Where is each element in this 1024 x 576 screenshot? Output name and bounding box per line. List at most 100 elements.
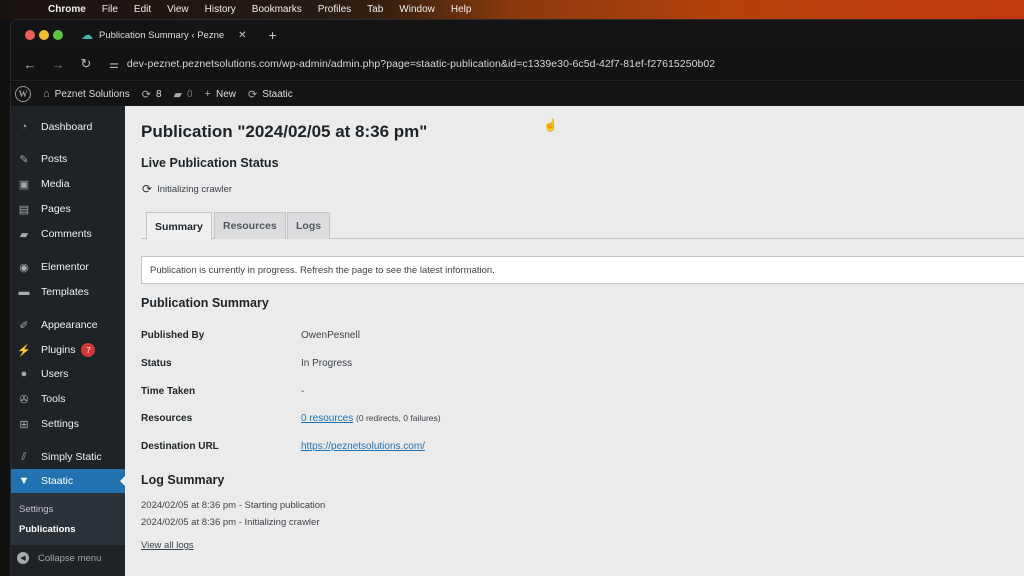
sidebar-item-label: Simply Static [41, 451, 102, 463]
menu-profiles[interactable]: Profiles [318, 4, 351, 15]
staatic-sync-icon: ⟳ [247, 88, 258, 101]
sidebar-item-label: Appearance [41, 319, 98, 331]
wordpress-logo-icon[interactable]: W [15, 86, 31, 102]
comments-count: 0 [186, 88, 193, 100]
forward-icon[interactable]: → [49, 57, 67, 72]
wrench-icon: ✇ [19, 393, 29, 406]
tab-summary[interactable]: Summary [146, 212, 212, 240]
collapse-icon: ◀ [17, 552, 29, 564]
resources-link[interactable]: 0 resources [301, 413, 353, 424]
resources-extra: (0 redirects, 0 failures) [356, 413, 441, 423]
collapse-menu-button[interactable]: ◀ Collapse menu [11, 546, 126, 570]
comments-link[interactable]: ▰ 0 [174, 88, 193, 101]
window-zoom-button[interactable] [53, 30, 63, 40]
admin-sidebar: ◔ Dashboard ✎ Posts ▣ Media ▤ Pages ▰ Co… [10, 106, 126, 576]
sidebar-item-settings[interactable]: ⊞ Settings [11, 412, 126, 436]
back-icon[interactable]: ← [21, 57, 39, 72]
menu-app-name[interactable]: Chrome [48, 4, 86, 15]
tab-resources[interactable]: Resources [214, 212, 286, 239]
sidebar-item-templates[interactable]: ▬ Templates [11, 280, 126, 304]
sidebar-item-simply-static[interactable]: ⫽ Simply Static [11, 445, 126, 469]
sidebar-item-plugins[interactable]: ⚡ Plugins 7 [11, 338, 126, 362]
menu-tab[interactable]: Tab [367, 4, 383, 15]
new-tab-icon[interactable]: + [269, 27, 277, 43]
pin-icon: ✎ [19, 153, 29, 166]
sidebar-item-label: Tools [41, 393, 66, 405]
tab-logs[interactable]: Logs [287, 212, 331, 239]
sidebar-item-label: Comments [41, 228, 92, 240]
updates-link[interactable]: ⟳ 8 [142, 88, 162, 101]
updates-count: 8 [155, 88, 162, 100]
pointer-cursor-icon: ☝ [543, 118, 558, 132]
time-taken-label: Time Taken [141, 386, 196, 397]
wp-admin-bar: W ⌂ Peznet Solutions ⟳ 8 ▰ 0 + New ⟳ Sta… [10, 82, 1024, 106]
destination-url-link[interactable]: https://peznetsolutions.com/ [301, 441, 425, 452]
sidebar-item-elementor[interactable]: ◉ Elementor [11, 255, 126, 279]
reload-icon[interactable]: ↻ [77, 56, 95, 72]
new-content-link[interactable]: + New [205, 88, 236, 100]
menu-view[interactable]: View [167, 4, 189, 15]
sidebar-item-label: Dashboard [41, 121, 93, 133]
brush-icon: ✐ [19, 319, 29, 332]
sidebar-item-users[interactable]: ● Users [11, 362, 126, 386]
macos-menu-bar: Chrome File Edit View History Bookmarks … [0, 0, 1024, 19]
window-minimize-button[interactable] [39, 30, 49, 40]
sidebar-item-label: Posts [41, 153, 68, 165]
sidebar-item-label: Users [41, 368, 69, 380]
view-all-logs-link[interactable]: View all logs [141, 540, 194, 551]
main-content: Publication "2024/02/05 at 8:36 pm" ☝ Li… [125, 106, 1024, 576]
submenu-settings[interactable]: Settings [19, 504, 53, 515]
menu-file[interactable]: File [102, 4, 118, 15]
plugins-update-badge: 7 [81, 343, 96, 357]
menu-help[interactable]: Help [451, 4, 472, 15]
live-status-text: Initializing crawler [157, 183, 233, 195]
live-status-heading: Live Publication Status [141, 156, 279, 170]
sidebar-item-posts[interactable]: ✎ Posts [11, 147, 126, 171]
user-icon: ● [20, 368, 28, 380]
sidebar-item-pages[interactable]: ▤ Pages [11, 197, 126, 221]
publication-tabs: Summary Resources Logs [141, 212, 1024, 240]
comment-icon: ▰ [173, 88, 182, 101]
sidebar-item-media[interactable]: ▣ Media [11, 172, 126, 196]
staatic-icon: ▼ [18, 475, 30, 487]
sidebar-item-dashboard[interactable]: ◔ Dashboard [11, 115, 126, 139]
close-tab-icon[interactable]: ✕ [238, 30, 246, 41]
sidebar-item-label: Media [41, 178, 70, 190]
favicon-icon: ☁ [81, 28, 93, 42]
staatic-label: Staatic [262, 88, 293, 100]
log-summary-heading: Log Summary [141, 473, 225, 487]
staatic-adminbar-link[interactable]: ⟳ Staatic [248, 88, 293, 101]
site-name-link[interactable]: ⌂ Peznet Solutions [43, 88, 130, 100]
resources-value: 0 resources (0 redirects, 0 failures) [301, 413, 441, 424]
live-status: ⟳ Initializing crawler [142, 182, 232, 196]
sidebar-item-staatic[interactable]: ▼ Staatic [11, 469, 126, 493]
sidebar-item-comments[interactable]: ▰ Comments [11, 222, 126, 246]
staatic-submenu: Settings Publications [11, 493, 126, 545]
plus-icon: + [204, 88, 211, 100]
sidebar-item-appearance[interactable]: ✐ Appearance [11, 313, 126, 337]
tab-title: Publication Summary ‹ Pezne [99, 29, 225, 41]
resources-label: Resources [141, 413, 193, 424]
pages-icon: ▤ [18, 203, 30, 216]
destination-url-value: https://peznetsolutions.com/ [301, 441, 425, 452]
home-icon: ⌂ [43, 88, 50, 100]
menu-bookmarks[interactable]: Bookmarks [252, 4, 302, 15]
site-settings-icon[interactable]: ⚌ [109, 58, 119, 71]
browser-tab[interactable]: ☁ Publication Summary ‹ Pezne ✕ + [81, 25, 277, 45]
sidebar-item-label: Settings [41, 418, 79, 430]
collapse-label: Collapse menu [38, 552, 102, 564]
address-bar[interactable]: dev-peznet.peznetsolutions.com/wp-admin/… [127, 58, 715, 70]
simply-static-icon: ⫽ [21, 450, 27, 463]
log-line: 2024/02/05 at 8:36 pm - Initializing cra… [141, 517, 320, 528]
progress-notice: Publication is currently in progress. Re… [141, 256, 1024, 284]
menu-edit[interactable]: Edit [134, 4, 151, 15]
menu-history[interactable]: History [205, 4, 236, 15]
submenu-publications[interactable]: Publications [19, 524, 75, 535]
plugin-icon: ⚡ [17, 344, 31, 357]
updates-icon: ⟳ [141, 88, 151, 101]
browser-toolbar: ← → ↻ ⚌ dev-peznet.peznetsolutions.com/w… [10, 48, 1024, 81]
window-close-button[interactable] [25, 30, 35, 40]
sidebar-item-tools[interactable]: ✇ Tools [11, 387, 126, 411]
sidebar-item-label: Templates [41, 286, 89, 298]
menu-window[interactable]: Window [399, 4, 435, 15]
